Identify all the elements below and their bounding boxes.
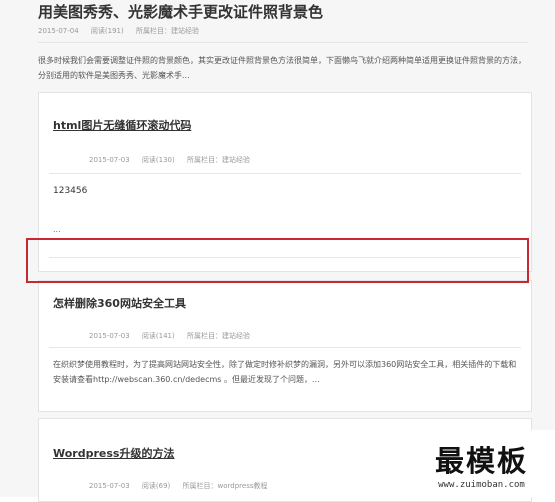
watermark-name: 最模板 xyxy=(434,444,528,478)
top-article-meta: 2015-07-04 阅读(191) 所属栏目：建站经验 xyxy=(38,26,209,36)
category-label[interactable]: 所属栏目：wordpress教程 xyxy=(183,482,268,490)
divider xyxy=(49,347,521,348)
date-label: 2015-07-03 xyxy=(89,332,130,340)
article-card-2: 怎样删除360网站安全工具 2015-07-03 阅读(141) 所属栏目：建站… xyxy=(38,280,532,412)
top-article-summary: 很多时候我们会需要调整证件照的背景颜色，其实更改证件照背景色方法很简单，下面懒鸟… xyxy=(38,56,526,80)
article-1-title[interactable]: html图片无缝循环滚动代码 xyxy=(53,117,191,133)
article-1-ellipsis: ... xyxy=(53,225,61,234)
views-label: 阅读(130) xyxy=(141,156,175,164)
category-label[interactable]: 所属栏目：建站经验 xyxy=(187,332,250,340)
article-1-meta: 2015-07-03 阅读(130) 所属栏目：建站经验 xyxy=(89,155,260,165)
article-2-title[interactable]: 怎样删除360网站安全工具 xyxy=(53,295,186,311)
category-label[interactable]: 所属栏目：建站经验 xyxy=(136,27,199,35)
views-label: 阅读(141) xyxy=(141,332,175,340)
date-label: 2015-07-04 xyxy=(38,27,79,35)
category-label[interactable]: 所属栏目：建站经验 xyxy=(187,156,250,164)
date-label: 2015-07-03 xyxy=(89,156,130,164)
article-2-meta: 2015-07-03 阅读(141) 所属栏目：建站经验 xyxy=(89,331,260,341)
top-article-title[interactable]: 用美图秀秀、光影魔术手更改证件照背景色 xyxy=(38,1,323,22)
article-3-title[interactable]: Wordpress升级的方法 xyxy=(53,445,174,461)
date-label: 2015-07-03 xyxy=(89,482,130,490)
watermark-url: www.zuimoban.com xyxy=(438,480,525,490)
article-2-summary: 在织织梦使用教程时，为了提高网站网站安全性，除了做定时修补织梦的漏洞，另外可以添… xyxy=(53,360,517,384)
watermark: 最模板 www.zuimoban.com xyxy=(408,430,555,497)
article-1-content: 123456 xyxy=(53,186,88,196)
divider xyxy=(38,42,528,43)
page: 用美图秀秀、光影魔术手更改证件照背景色 2015-07-04 阅读(191) 所… xyxy=(0,0,555,502)
divider xyxy=(49,173,521,174)
article-3-meta: 2015-07-03 阅读(69) 所属栏目：wordpress教程 xyxy=(89,481,278,491)
highlight-box xyxy=(26,238,529,283)
views-label: 阅读(191) xyxy=(90,27,124,35)
views-label: 阅读(69) xyxy=(141,482,171,490)
